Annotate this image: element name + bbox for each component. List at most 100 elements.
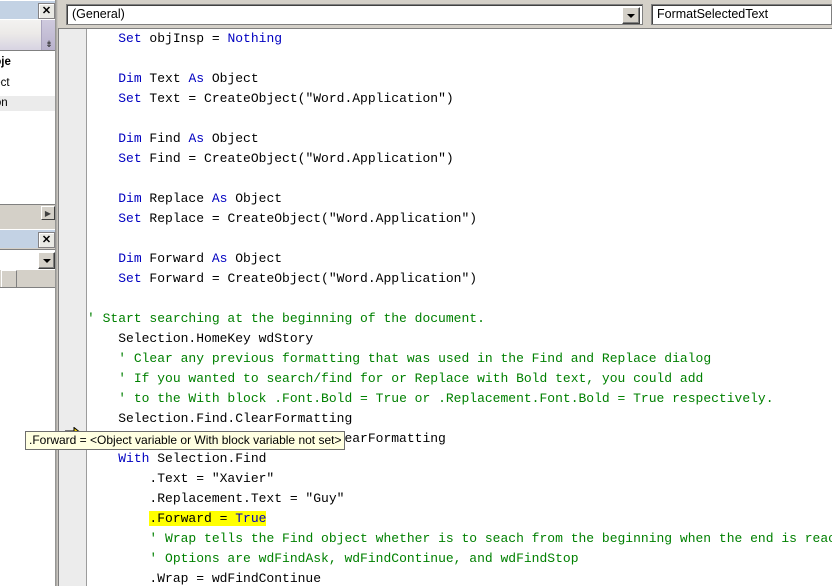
vba-code-editor-window: ✕ ⇟ VbaProje ok Object kSession ▶ ✕: [0, 0, 832, 586]
properties-window-titlebar: ✕: [0, 229, 55, 248]
tree-item-label: VbaProje: [0, 56, 11, 68]
code-token: Set: [118, 31, 142, 46]
code-line[interactable]: .Text = "Xavier": [87, 469, 832, 489]
code-line[interactable]: [87, 289, 832, 309]
code-token: Find: [141, 131, 189, 146]
code-line[interactable]: ' to the With block .Font.Bold = True or…: [87, 389, 832, 409]
code-token: Object: [227, 251, 283, 266]
datatip-tooltip: .Forward = <Object variable or With bloc…: [25, 431, 346, 450]
code-token: Set: [118, 211, 142, 226]
chevron-down-icon[interactable]: [38, 252, 55, 269]
code-token: Text: [141, 71, 189, 86]
code-token: Replace: [141, 191, 212, 206]
code-token: Set: [118, 151, 142, 166]
tree-item-vbaproject[interactable]: VbaProje: [0, 55, 55, 70]
code-token: Dim: [118, 131, 142, 146]
code-window-header: (General) FormatSelectedText: [58, 0, 832, 28]
code-token: With: [118, 451, 150, 466]
code-line[interactable]: ' Clear any previous formatting that was…: [87, 349, 832, 369]
code-token: As: [188, 71, 205, 86]
project-explorer-toolbar: ⇟: [0, 19, 55, 51]
properties-object-combobox[interactable]: [0, 249, 55, 271]
procedure-dropdown-value: FormatSelectedText: [657, 7, 769, 21]
code-token: ' Wrap tells the Find object whether is …: [149, 531, 832, 546]
tab-alphabetic[interactable]: [1, 270, 17, 287]
tree-item-label: kSession: [0, 97, 8, 109]
editor-margin-indicator-bar[interactable]: [59, 29, 87, 586]
code-token: objInsp =: [141, 31, 228, 46]
code-line[interactable]: [87, 169, 832, 189]
code-line[interactable]: ' If you wanted to search/find for or Re…: [87, 369, 832, 389]
object-dropdown-value: (General): [72, 7, 125, 21]
project-explorer-tree[interactable]: VbaProje ok Object kSession: [0, 50, 55, 219]
tree-item-outlook-objects[interactable]: ok Object: [0, 76, 55, 91]
code-token: Dim: [118, 71, 142, 86]
code-token: Object: [204, 71, 259, 86]
code-line[interactable]: ' Start searching at the beginning of th…: [87, 309, 832, 329]
code-token: Replace = CreateObject("Word.Application…: [141, 211, 478, 226]
code-token: True: [235, 511, 267, 526]
code-editor-surface[interactable]: Set objInsp = Nothing Dim Text As Object…: [58, 28, 832, 586]
properties-window-close-icon[interactable]: ✕: [38, 232, 55, 248]
code-line[interactable]: ' Wrap tells the Find object whether is …: [87, 529, 832, 549]
code-token: Find = CreateObject("Word.Application"): [141, 151, 454, 166]
code-line[interactable]: [87, 229, 832, 249]
code-token: Selection.Find: [149, 451, 267, 466]
project-explorer-horizontal-scrollbar[interactable]: ▶: [0, 204, 55, 220]
code-token: Selection.Find.ClearFormatting: [87, 411, 353, 426]
code-token: .Text = "Xavier": [87, 471, 275, 486]
code-line[interactable]: Set objInsp = Nothing: [87, 29, 832, 49]
code-token: ' Options are wdFindAsk, wdFindContinue,…: [149, 551, 579, 566]
code-token: As: [211, 191, 228, 206]
datatip-tooltip-text: .Forward = <Object variable or With bloc…: [29, 433, 342, 447]
properties-tab-strip[interactable]: [0, 270, 55, 287]
code-line[interactable]: Selection.Find.ClearFormatting: [87, 409, 832, 429]
scroll-right-arrow-icon[interactable]: ▶: [41, 206, 55, 220]
code-token: ' to the With block .Font.Bold = True or…: [118, 391, 774, 406]
code-token: Object: [227, 191, 283, 206]
code-line[interactable]: .Replacement.Text = "Guy": [87, 489, 832, 509]
object-dropdown[interactable]: (General): [66, 4, 643, 25]
object-dropdown-chevron-down-icon[interactable]: [622, 7, 640, 24]
code-line[interactable]: .Wrap = wdFindContinue: [87, 569, 832, 586]
code-token: .Forward =: [149, 511, 236, 526]
code-line[interactable]: Set Find = CreateObject("Word.Applicatio…: [87, 149, 832, 169]
tree-item-thisoutlooksession[interactable]: kSession: [0, 96, 55, 111]
code-token: ' Start searching at the beginning of th…: [87, 311, 485, 326]
code-token: Nothing: [227, 31, 283, 46]
code-line[interactable]: Selection.HomeKey wdStory: [87, 329, 832, 349]
code-line[interactable]: .Forward = True: [87, 509, 832, 529]
procedure-dropdown[interactable]: FormatSelectedText: [651, 4, 832, 25]
code-line[interactable]: Set Replace = CreateObject("Word.Applica…: [87, 209, 832, 229]
code-token: .Wrap = wdFindContinue: [87, 571, 322, 586]
code-line[interactable]: [87, 49, 832, 69]
code-line[interactable]: Set Forward = CreateObject("Word.Applica…: [87, 269, 832, 289]
tree-item-label: ok Object: [0, 77, 10, 89]
code-token: Forward: [141, 251, 212, 266]
toolbar-overflow-chevron-icon[interactable]: ⇟: [41, 20, 55, 50]
code-line[interactable]: [87, 109, 832, 129]
project-explorer-close-icon[interactable]: ✕: [38, 3, 55, 19]
code-line[interactable]: Dim Text As Object: [87, 69, 832, 89]
code-text-content[interactable]: Set objInsp = Nothing Dim Text As Object…: [87, 29, 832, 586]
code-token: Selection.HomeKey wdStory: [87, 331, 314, 346]
code-token: Text = CreateObject("Word.Application"): [141, 91, 454, 106]
code-line[interactable]: Dim Replace As Object: [87, 189, 832, 209]
code-line[interactable]: Dim Forward As Object: [87, 249, 832, 269]
code-line[interactable]: Dim Find As Object: [87, 129, 832, 149]
code-line[interactable]: Set Text = CreateObject("Word.Applicatio…: [87, 89, 832, 109]
code-token: Object: [204, 131, 259, 146]
code-line[interactable]: ' Options are wdFindAsk, wdFindContinue,…: [87, 549, 832, 569]
code-line[interactable]: With Selection.Find: [87, 449, 832, 469]
